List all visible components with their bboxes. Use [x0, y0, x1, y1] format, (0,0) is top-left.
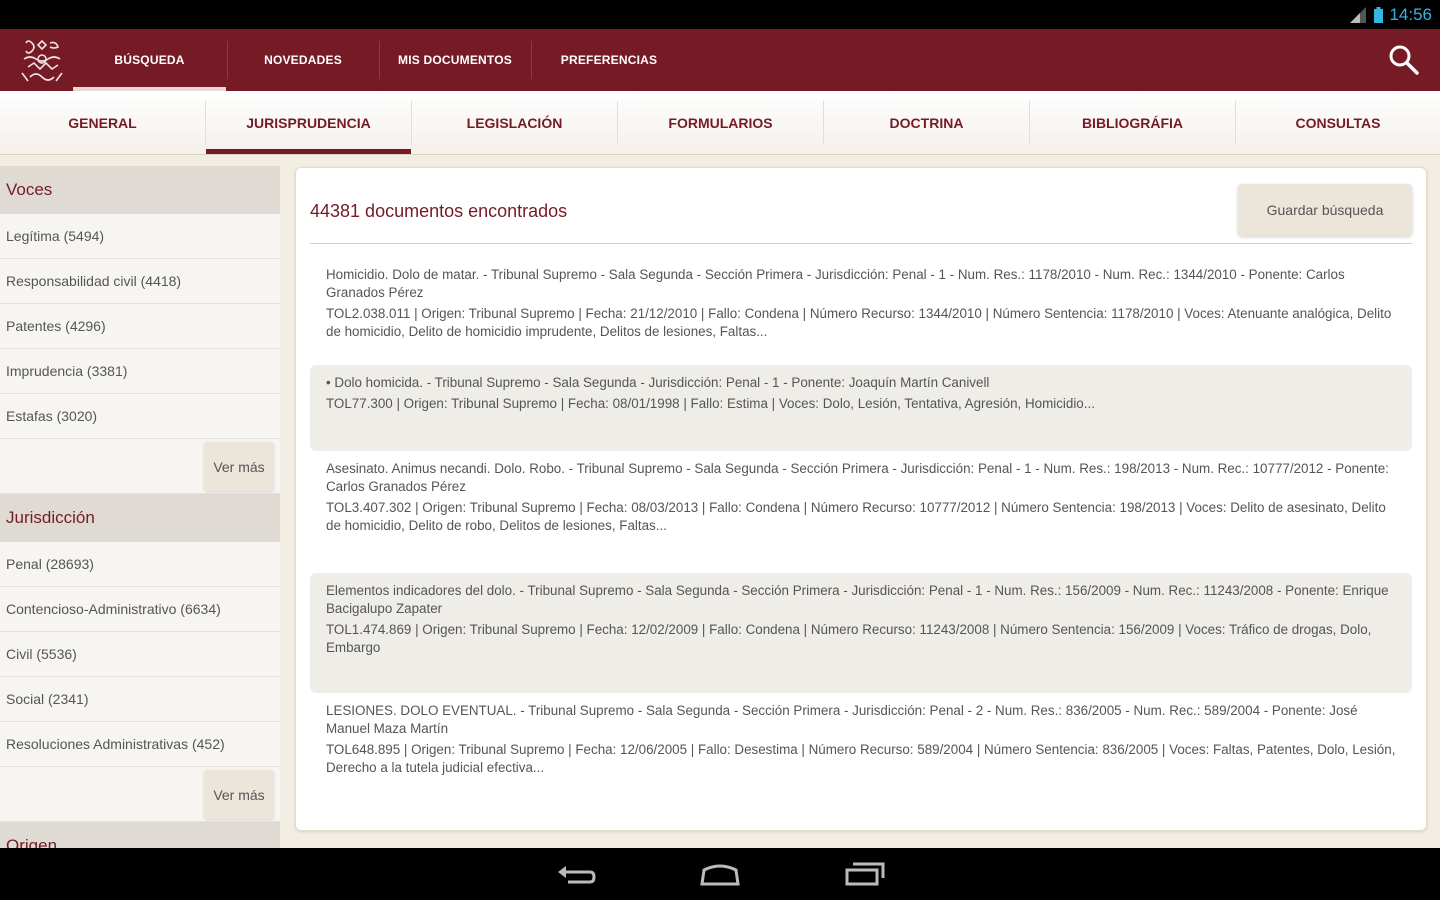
- facet-item[interactable]: Penal (28693): [0, 542, 280, 587]
- result-count: 44381 documentos encontrados: [310, 201, 568, 221]
- tab-consultas[interactable]: CONSULTAS: [1236, 91, 1440, 154]
- facet-header-jurisdiccion: Jurisdicción: [0, 494, 280, 542]
- facet-header-voces: Voces: [0, 166, 280, 214]
- result-details: TOL1.474.869 | Origen: Tribunal Supremo …: [326, 622, 1372, 655]
- facet-more-row: Ver más: [0, 767, 280, 822]
- facet-header-origen: Origen: [0, 822, 280, 848]
- result-title: LESIONES. DOLO EVENTUAL. - Tribunal Supr…: [326, 703, 1358, 736]
- ver-mas-jurisdiccion-button[interactable]: Ver más: [204, 770, 274, 819]
- result-details: TOL648.895 | Origen: Tribunal Supremo | …: [326, 742, 1396, 775]
- facet-item[interactable]: Resoluciones Administrativas (452): [0, 722, 280, 767]
- results-list[interactable]: Homicidio. Dolo de matar. - Tribunal Sup…: [310, 257, 1412, 801]
- facet-more-row: Ver más: [0, 439, 280, 494]
- result-item[interactable]: Asesinato. Animus necandi. Dolo. Robo. -…: [310, 451, 1412, 573]
- tab-bibliografia[interactable]: BIBLIOGRÁFIA: [1030, 91, 1235, 154]
- result-item[interactable]: Elementos indicadores del dolo. - Tribun…: [310, 573, 1412, 693]
- facet-item[interactable]: Estafas (3020): [0, 394, 280, 439]
- facet-item[interactable]: Patentes (4296): [0, 304, 280, 349]
- facet-item[interactable]: Imprudencia (3381): [0, 349, 280, 394]
- status-bar: 14:56: [0, 0, 1440, 29]
- tab-busqueda[interactable]: BÚSQUEDA: [73, 29, 226, 91]
- status-icons: 14:56: [1350, 5, 1432, 25]
- result-title: Elementos indicadores del dolo. - Tribun…: [326, 583, 1389, 616]
- divider: [310, 243, 1412, 244]
- top-navigation: BÚSQUEDA NOVEDADES MIS DOCUMENTOS PREFER…: [0, 29, 1440, 91]
- system-navigation-bar: [0, 848, 1440, 900]
- facet-item[interactable]: Social (2341): [0, 677, 280, 722]
- home-icon[interactable]: [698, 858, 742, 888]
- search-icon[interactable]: [1388, 44, 1420, 76]
- result-item[interactable]: • Dolo homicida. - Tribunal Supremo - Sa…: [310, 365, 1412, 451]
- facet-item[interactable]: Civil (5536): [0, 632, 280, 677]
- battery-icon: [1374, 7, 1384, 23]
- ver-mas-voces-button[interactable]: Ver más: [204, 442, 274, 491]
- result-title: • Dolo homicida. - Tribunal Supremo - Sa…: [326, 375, 990, 390]
- facet-item[interactable]: Responsabilidad civil (4418): [0, 259, 280, 304]
- signal-icon: [1350, 7, 1367, 23]
- tab-novedades[interactable]: NOVEDADES: [228, 29, 378, 91]
- result-item[interactable]: Homicidio. Dolo de matar. - Tribunal Sup…: [310, 257, 1412, 365]
- tab-legislacion[interactable]: LEGISLACIÓN: [412, 91, 617, 154]
- tab-preferencias[interactable]: PREFERENCIAS: [532, 29, 686, 91]
- result-title: Asesinato. Animus necandi. Dolo. Robo. -…: [326, 461, 1389, 494]
- category-tabs: GENERAL JURISPRUDENCIA LEGISLACIÓN FORMU…: [0, 91, 1440, 155]
- facet-sidebar[interactable]: Voces Legítima (5494) Responsabilidad ci…: [0, 166, 280, 848]
- results-panel: 44381 documentos encontrados Guardar bús…: [295, 167, 1427, 831]
- result-details: TOL77.300 | Origen: Tribunal Supremo | F…: [326, 396, 1095, 411]
- tab-jurisprudencia[interactable]: JURISPRUDENCIA: [206, 91, 411, 154]
- facet-item[interactable]: Contencioso-Administrativo (6634): [0, 587, 280, 632]
- result-item[interactable]: LESIONES. DOLO EVENTUAL. - Tribunal Supr…: [310, 693, 1412, 801]
- tab-general[interactable]: GENERAL: [0, 91, 205, 154]
- tab-mis-documentos[interactable]: MIS DOCUMENTOS: [380, 29, 530, 91]
- recent-apps-icon[interactable]: [843, 858, 887, 888]
- status-time: 14:56: [1389, 5, 1432, 24]
- tab-doctrina[interactable]: DOCTRINA: [824, 91, 1029, 154]
- facet-item[interactable]: Legítima (5494): [0, 214, 280, 259]
- result-title: Homicidio. Dolo de matar. - Tribunal Sup…: [326, 267, 1345, 300]
- tirant-logo-icon: [21, 39, 63, 82]
- result-details: TOL3.407.302 | Origen: Tribunal Supremo …: [326, 500, 1386, 533]
- tab-formularios[interactable]: FORMULARIOS: [618, 91, 823, 154]
- back-icon[interactable]: [554, 858, 598, 888]
- result-details: TOL2.038.011 | Origen: Tribunal Supremo …: [326, 306, 1392, 339]
- save-search-button[interactable]: Guardar búsqueda: [1238, 184, 1412, 236]
